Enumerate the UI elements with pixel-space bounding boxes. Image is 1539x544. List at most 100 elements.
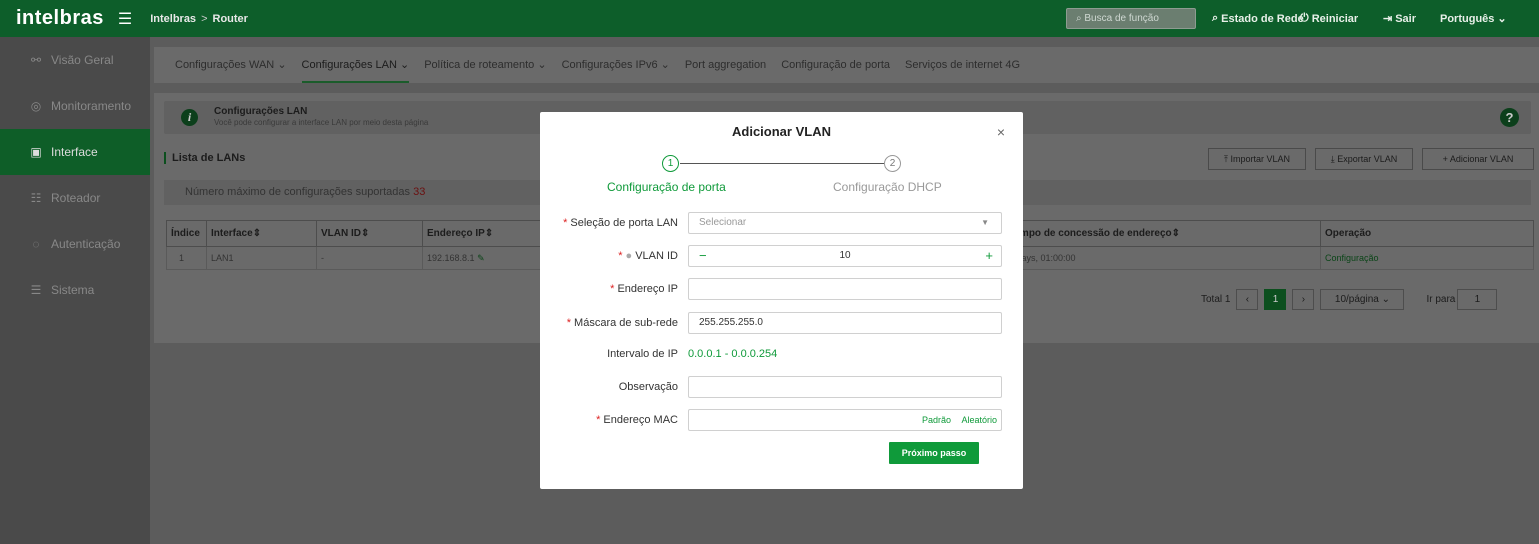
- shield-icon: ◌: [32, 237, 40, 251]
- page-1-button[interactable]: 1: [1264, 289, 1287, 310]
- interface-icon: ▣: [30, 145, 42, 159]
- breadcrumb-root[interactable]: Intelbras: [150, 13, 196, 25]
- help-icon[interactable]: ?: [1500, 108, 1519, 127]
- col-lease[interactable]: Tempo de concessão de endereço⇕: [1004, 220, 1321, 247]
- col-label: VLAN ID: [321, 228, 361, 239]
- dialog-title: Adicionar VLAN: [732, 124, 831, 139]
- next-page-button[interactable]: ›: [1292, 289, 1315, 310]
- step-connector: [680, 163, 884, 164]
- note-input[interactable]: [688, 376, 1002, 398]
- port-label: * Seleção de porta LAN: [563, 217, 678, 229]
- tab-politica-roteamento[interactable]: Política de roteamento ⌄: [424, 47, 546, 83]
- restart-link[interactable]: ⏻ Reiniciar: [1300, 12, 1358, 25]
- ip-range-value: 0.0.0.1 - 0.0.0.254: [688, 348, 778, 360]
- step-1-circle: 1: [662, 155, 679, 172]
- info-circle-icon: ●: [625, 250, 633, 262]
- mac-address-input[interactable]: Padrão Aleatório: [688, 409, 1002, 431]
- prev-page-button[interactable]: ‹: [1236, 289, 1259, 310]
- restart-label: Reiniciar: [1311, 12, 1359, 25]
- tab-configuracoes-lan[interactable]: Configurações LAN ⌄: [301, 47, 410, 83]
- ip-address-input[interactable]: [688, 278, 1002, 300]
- chevron-down-icon: ⌄: [277, 59, 287, 71]
- top-bar: intelbras ☰ Intelbras > Router ⌕ Busca de …: [0, 0, 1539, 37]
- language-select[interactable]: Português ⌄: [1440, 12, 1507, 26]
- configure-link[interactable]: Configuração: [1320, 246, 1534, 270]
- add-vlan-button[interactable]: + Adicionar VLAN: [1422, 148, 1534, 170]
- col-label: Interface: [211, 228, 253, 239]
- goto-input[interactable]: 1: [1457, 289, 1498, 310]
- edit-icon[interactable]: ✎: [477, 253, 485, 263]
- import-vlan-button[interactable]: ⤒ Importar VLAN: [1208, 148, 1306, 170]
- plus-icon[interactable]: +: [985, 246, 993, 266]
- language-label: Português: [1440, 12, 1495, 25]
- breadcrumb-page: Router: [212, 12, 248, 25]
- tab-configuracoes-wan[interactable]: Configurações WAN ⌄: [175, 47, 287, 83]
- subnet-mask-input[interactable]: 255.255.255.0: [688, 312, 1002, 334]
- sort-icon: ⇕: [361, 228, 370, 239]
- cell-lease: 0 days, 01:00:00: [1004, 246, 1321, 270]
- tab-label: Política de roteamento: [424, 59, 535, 71]
- ip-label-text: Endereço IP: [617, 283, 678, 295]
- sidebar-item-monitoramento[interactable]: ◎ Monitoramento: [0, 83, 150, 129]
- ip-label: * Endereço IP: [610, 283, 678, 295]
- network-status-link[interactable]: ⌕ Estado de Rede: [1212, 12, 1304, 25]
- chevron-right-icon: ›: [1301, 294, 1306, 305]
- brand-logo[interactable]: intelbras: [16, 7, 104, 30]
- port-select[interactable]: Selecionar ▼: [688, 212, 1002, 234]
- chevron-down-icon: ⌄: [1497, 13, 1507, 25]
- close-icon[interactable]: ×: [997, 124, 1005, 140]
- function-search-input[interactable]: ⌕ Busca de função: [1066, 8, 1196, 29]
- col-vlan-id[interactable]: VLAN ID⇕: [316, 220, 423, 247]
- chevron-down-icon: ⌄: [399, 59, 410, 71]
- export-vlan-button[interactable]: ⤓ Exportar VLAN: [1315, 148, 1413, 170]
- network-status-label: Estado de Rede: [1221, 12, 1304, 25]
- settings-sliders-icon: ☰: [30, 283, 42, 297]
- tab-label: Serviços de internet 4G: [905, 59, 1020, 71]
- max-config-value: 33: [413, 186, 426, 198]
- network-icon: ⚯: [30, 53, 42, 67]
- sidebar-item-autenticacao[interactable]: ◌ Autenticação: [0, 221, 150, 267]
- step-2-circle: 2: [884, 155, 901, 172]
- tab-label: Port aggregation: [684, 59, 767, 71]
- download-icon: ⤓: [1330, 154, 1335, 164]
- mac-label-text: Endereço MAC: [603, 414, 678, 426]
- next-step-button[interactable]: Próximo passo: [889, 442, 979, 464]
- chevron-down-icon: ⌄: [537, 59, 547, 71]
- info-subtitle: Você pode configurar a interface LAN por…: [214, 118, 429, 127]
- step-2-label: Configuração DHCP: [833, 180, 942, 194]
- tab-configuracoes-ipv6[interactable]: Configurações IPv6 ⌄: [562, 47, 670, 83]
- goto-label: Ir para: [1426, 294, 1456, 305]
- info-icon: i: [181, 109, 198, 126]
- sidebar-item-sistema[interactable]: ☰ Sistema: [0, 267, 150, 313]
- tab-label: Configurações LAN: [301, 59, 397, 71]
- col-interface[interactable]: Interface⇕: [206, 220, 317, 247]
- pager-total: Total 1: [1201, 294, 1231, 305]
- tab-configuracao-porta[interactable]: Configuração de porta: [781, 47, 890, 83]
- sidebar-item-visao-geral[interactable]: ⚯ Visão Geral: [0, 37, 150, 83]
- mac-default-link[interactable]: Padrão: [922, 410, 951, 430]
- sidebar-item-interface[interactable]: ▣ Interface: [0, 129, 150, 175]
- mac-random-link[interactable]: Aleatório: [961, 410, 997, 430]
- tab-label: Configurações IPv6: [561, 59, 658, 71]
- logout-link[interactable]: ⇥ Sair: [1383, 12, 1416, 26]
- add-label: Adicionar VLAN: [1449, 154, 1514, 164]
- sort-icon: ⇕: [252, 228, 262, 239]
- sidebar-item-roteador[interactable]: ☷ Roteador: [0, 175, 150, 221]
- vlan-id-stepper[interactable]: − 10 +: [688, 245, 1002, 267]
- tab-servicos-4g[interactable]: Serviços de internet 4G: [905, 47, 1020, 83]
- tab-label: Configuração de porta: [781, 59, 891, 71]
- mask-label: * Máscara de sub-rede: [566, 317, 678, 329]
- cell-vlan: -: [316, 246, 423, 270]
- menu-icon[interactable]: ☰: [118, 9, 132, 29]
- tab-port-aggregation[interactable]: Port aggregation: [685, 47, 766, 83]
- page-size-select[interactable]: 10/página ⌄: [1320, 289, 1405, 310]
- network-status-icon: ⌕: [1212, 12, 1219, 24]
- export-label: Exportar VLAN: [1337, 154, 1398, 164]
- import-label: Importar VLAN: [1230, 154, 1291, 164]
- max-config-text: Número máximo de configurações suportada…: [185, 186, 411, 198]
- cell-interface: LAN1: [206, 246, 317, 270]
- breadcrumb: Intelbras > Router: [150, 13, 248, 25]
- router-icon: ☷: [30, 191, 42, 205]
- pagination: Total 1 ‹ 1 › 10/página ⌄ Ir para 1: [1201, 289, 1498, 310]
- logout-icon: ⇥: [1383, 13, 1393, 25]
